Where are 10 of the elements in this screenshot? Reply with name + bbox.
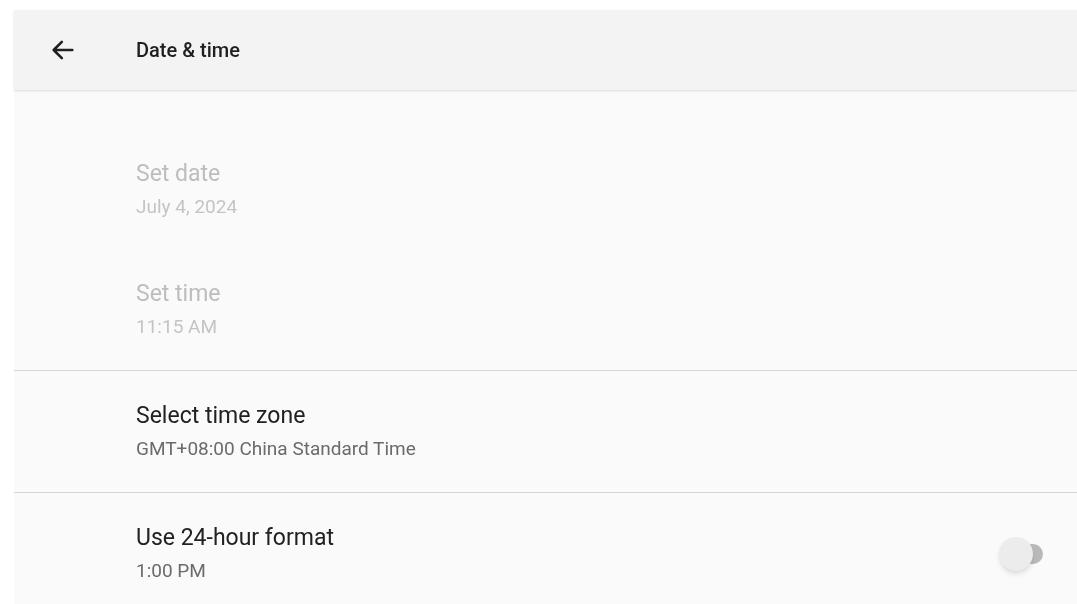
item-summary: GMT+08:00 China Standard Time — [136, 435, 417, 462]
item-title: Use 24-hour format — [136, 522, 335, 553]
item-summary: 1:00 PM — [136, 557, 207, 584]
screen-title: Date & time — [136, 37, 240, 64]
settings-item[interactable]: Use 24-hour format 1:00 PM — [14, 493, 1077, 604]
settings-item[interactable]: Select time zone GMT+08:00 China Standard Time — [14, 371, 1077, 492]
item-title: Set date — [136, 159, 222, 189]
item-title: Select time zone — [136, 400, 307, 431]
item-title: Set time — [136, 279, 222, 309]
toggle-switch[interactable] — [999, 536, 1045, 571]
